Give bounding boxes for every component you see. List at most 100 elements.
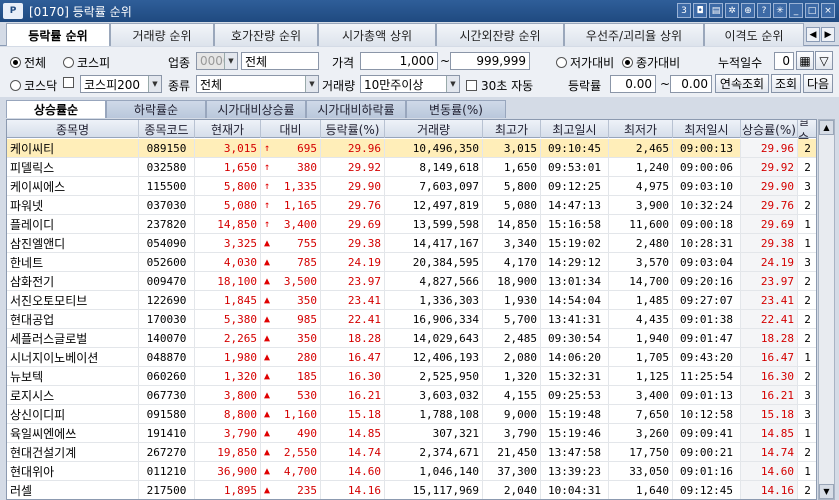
price-from-input[interactable]: 1,000 [360,52,438,70]
column-header[interactable]: 최고가 [483,120,541,138]
table-cell: 3,325 [195,234,261,252]
query-button[interactable]: 조회 [771,74,801,93]
column-header[interactable]: 거래량 [385,120,483,138]
scroll-up-icon[interactable]: ▲ [819,120,834,135]
up-arrow-icon: ▲ [264,256,271,268]
continuous-query-button[interactable]: 연속조회 [715,74,769,93]
kospi200-select[interactable]: 코스피200 ▼ [80,75,162,93]
help-icon[interactable]: ? [757,3,771,18]
market-all-radio[interactable]: 전체 [10,54,46,71]
filter-icon[interactable]: ▽ [815,51,833,70]
tools-icon[interactable]: ✳ [773,3,787,18]
table-row[interactable]: 케이씨에스 115500 5,800 ↑ 1,335 29.90 7,603,097 5,80… [7,177,816,196]
minimize-icon[interactable]: _ [789,3,803,18]
basis-low-radio[interactable]: 저가대비 [556,54,614,71]
auto-refresh-checkbox[interactable]: 30초 자동 [466,77,533,94]
column-header[interactable]: 최고일시 [541,120,609,138]
table-cell: 1,705 [609,348,673,366]
table-cell: 12,406,193 [385,348,483,366]
screen-number-icon[interactable]: 3 [677,3,691,18]
sort-tabs: 상승률순 하락률순 시가대비상승률 시가대비하락률 변동률(%) [0,98,839,118]
table-row[interactable]: 피델릭스 032580 1,650 ↑ 380 29.92 8,149,618 1,650 09… [7,158,816,177]
market-kosdaq-radio[interactable]: 코스닥 [10,77,57,94]
column-header[interactable]: 최저일시 [673,120,741,138]
table-cell: 1,788,108 [385,405,483,423]
rate-from-input[interactable]: 0.00 [610,75,656,93]
tab-open-fall-rate[interactable]: 시가대비하락률 [306,100,406,118]
market-kospi-radio[interactable]: 코스피 [63,54,110,71]
type-select[interactable]: 전체 ▼ [196,75,319,93]
table-cell: 16.30 [321,367,385,385]
basis-close-radio[interactable]: 종가대비 [622,54,680,71]
table-cell: 09:01:38 [673,310,741,328]
change-cell: ▲ 235 [261,481,321,499]
tab-preferred-stock[interactable]: 우선주/괴리율 상위 [564,23,704,46]
table-row[interactable]: 로지시스 067730 3,800 ▲ 530 16.21 3,603,032 4,155 09… [7,386,816,405]
pin-icon[interactable]: ⊕ [741,3,755,18]
calendar-icon[interactable]: ▦ [796,51,814,70]
table-row[interactable]: 케이씨티 089150 3,015 ↑ 695 29.96 10,496,350 3,015 0… [7,139,816,158]
column-header[interactable]: 종목코드 [139,120,195,138]
table-row[interactable]: 뉴보텍 060260 1,320 ▲ 185 16.30 2,525,950 1,320 15:… [7,367,816,386]
table-cell: 170030 [139,310,195,328]
table-row[interactable]: 삼화전기 009470 18,100 ▲ 3,500 23.97 4,827,566 18,9… [7,272,816,291]
tab-disparity-rank[interactable]: 이격도 순위 [704,23,804,46]
tab-after-hours-rank[interactable]: 시간외잔량 순위 [436,23,564,46]
column-header[interactable]: 등락률(%) [321,120,385,138]
up-arrow-icon: ▲ [264,332,271,344]
days-input[interactable]: 0 [774,52,794,70]
industry-code-select: 0000 ▼ [196,52,238,70]
price-to-input[interactable]: 999,999 [450,52,530,70]
tab-price-change-rank[interactable]: 등락률 순위 [6,23,110,46]
column-header[interactable]: 대비 [261,120,321,138]
tab-market-cap-top[interactable]: 시가총액 상위 [318,23,436,46]
table-cell: 011210 [139,462,195,480]
tab-next-icon[interactable]: ▶ [821,27,835,42]
table-row[interactable]: 현대건설기계 267270 19,850 ▲ 2,550 14.74 2,374,671 21… [7,443,816,462]
close-icon[interactable]: × [821,3,835,18]
table-row[interactable]: 서진오토모티브 122690 1,845 ▲ 350 23.41 1,336,303 1,93… [7,291,816,310]
table-row[interactable]: 삼진엘앤디 054090 3,325 ▲ 755 29.38 14,417,167 3,340… [7,234,816,253]
column-header[interactable]: 현재가 [195,120,261,138]
table-cell: 29.96 [321,139,385,157]
table-row[interactable]: 플레이디 237820 14,850 ↑ 3,400 29.69 13,599,598 14,… [7,215,816,234]
link-icon[interactable]: ◘ [693,3,707,18]
column-header[interactable]: 종목명 [7,120,139,138]
industry-name-field[interactable]: 전체 [241,52,319,70]
kospi200-checkbox[interactable] [63,77,78,88]
table-row[interactable]: 파워넷 037030 5,080 ↑ 1,165 29.76 12,497,819 5,080… [7,196,816,215]
table-cell: 29.90 [741,177,798,195]
column-header[interactable]: 최저가 [609,120,673,138]
table-row[interactable]: 한네트 052600 4,030 ▲ 785 24.19 20,384,595 4,170 14… [7,253,816,272]
column-header[interactable]: 일수 [798,120,816,145]
tab-volatility-rate[interactable]: 변동률(%) [406,100,506,118]
table-cell: 14,850 [195,215,261,233]
table-row[interactable]: 현대위아 011210 36,900 ▲ 4,700 14.60 1,046,140 37,3… [7,462,816,481]
table-row[interactable]: 육일씨엔에쓰 191410 3,790 ▲ 490 14.85 307,321 3,790 15… [7,424,816,443]
settings-icon[interactable]: ✲ [725,3,739,18]
tab-volume-rank[interactable]: 거래량 순위 [110,23,214,46]
scroll-down-icon[interactable]: ▼ [819,484,834,499]
table-row[interactable]: 러셀 217500 1,895 ▲ 235 14.16 15,117,969 2,040 10:… [7,481,816,499]
price-label: 가격 [332,56,355,70]
table-cell: 09:00:18 [673,215,741,233]
tab-order-balance-rank[interactable]: 호가잔량 순위 [214,23,318,46]
tab-open-rise-rate[interactable]: 시가대비상승률 [206,100,306,118]
tab-prev-icon[interactable]: ◀ [806,27,820,42]
table-cell: 14:54:04 [541,291,609,309]
volume-select[interactable]: 10만주이상 ▼ [360,75,460,93]
next-button[interactable]: 다음 [803,74,833,93]
table-cell: 307,321 [385,424,483,442]
table-row[interactable]: 현대공업 170030 5,380 ▲ 985 22.41 16,906,334 5,700 1… [7,310,816,329]
table-cell: 4,975 [609,177,673,195]
vertical-scrollbar[interactable]: ▲ ▼ [818,119,835,500]
rate-to-input[interactable]: 0.00 [670,75,712,93]
tab-rise-rate[interactable]: 상승률순 [6,100,106,118]
maximize-icon[interactable]: □ [805,3,819,18]
column-header[interactable]: 상승률(%) [741,120,798,138]
table-row[interactable]: 세플러스글로벌 140070 2,265 ▲ 350 18.28 14,029,643 2,4… [7,329,816,348]
tab-fall-rate[interactable]: 하락률순 [106,100,206,118]
table-row[interactable]: 상신이디피 091580 8,800 ▲ 1,160 15.18 1,788,108 9,00… [7,405,816,424]
table-row[interactable]: 시너지이노베이션 048870 1,980 ▲ 280 16.47 12,406,193 2,… [7,348,816,367]
print-icon[interactable]: ▤ [709,3,723,18]
